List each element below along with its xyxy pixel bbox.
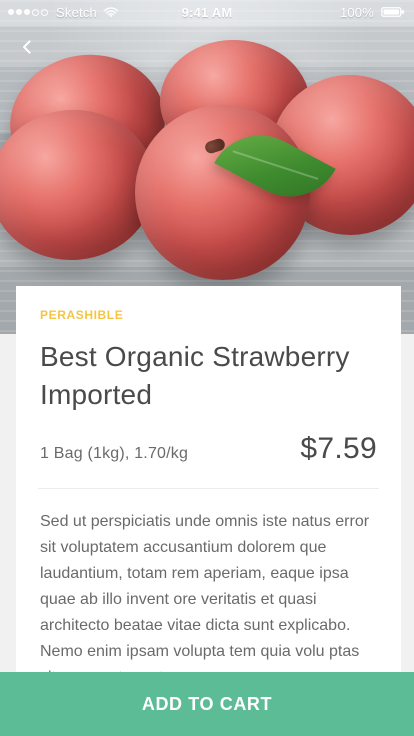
battery-icon [381,7,405,17]
product-title: Best Organic Strawberry Imported [40,341,350,410]
product-price: $7.59 [300,432,377,465]
status-bar: Sketch 9:41 AM 100% [0,0,414,24]
product-description: Sed ut perspiciatis unde omnis iste natu… [40,513,370,686]
signal-dot [8,9,14,15]
product-detail-screen: Sketch 9:41 AM 100% PERASHIBLE Best Orga… [0,0,414,736]
status-left: Sketch [8,5,148,20]
back-button[interactable] [10,30,44,64]
product-meta-row: 1 Bag (1kg), 1.70/kg $7.59 [40,432,377,466]
signal-dot [24,9,30,15]
status-right: 100% [266,5,406,20]
battery-percentage: 100% [339,4,374,20]
signal-strength-icon [8,8,48,16]
status-time: 9:41 AM [181,4,233,20]
signal-dot [16,9,22,15]
product-unit-info: 1 Bag (1kg), 1.70/kg [40,445,189,462]
product-category: PERASHIBLE [40,308,124,322]
chevron-left-icon [23,40,31,54]
carrier-name: Sketch [56,4,97,20]
add-to-cart-label: ADD TO CART [141,693,273,714]
signal-dot [41,8,48,16]
signal-dot [32,8,39,16]
divider [38,488,379,489]
add-to-cart-button[interactable]: ADD TO CART [0,672,414,736]
product-card: PERASHIBLE Best Organic Strawberry Impor… [16,286,401,686]
product-hero-image [0,0,414,334]
wifi-icon [103,7,119,17]
